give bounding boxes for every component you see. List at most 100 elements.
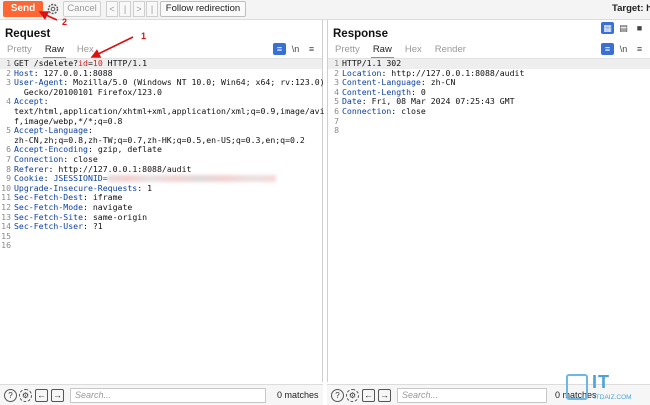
- watermark-logo-icon: [566, 374, 588, 400]
- header-value: JSESSIONID=: [48, 173, 108, 184]
- header-value: Gecko/20100101 Firefox/123.0: [14, 86, 162, 97]
- tab-render[interactable]: Render: [433, 43, 468, 57]
- response-view-icons: ≡ \n ≡: [598, 43, 646, 56]
- response-tabs: Pretty Raw Hex Render: [333, 43, 477, 59]
- request-search-bar: ? ⚙ ← → Search... 0 matches: [0, 384, 323, 405]
- header-name: Date: [342, 96, 362, 107]
- header-name: Connection: [14, 153, 64, 164]
- header-name: User-Agent: [14, 77, 64, 88]
- header-value: Fri, 08 Mar 2024 07:25:43 GMT: [366, 96, 515, 107]
- request-editor[interactable]: 1 GET /sdelete?id=10 HTTP/1.1 2 Host: 127.0…: [0, 58, 325, 251]
- arrow-left-icon[interactable]: ←: [362, 389, 375, 402]
- watermark: IT ITDAIZ.COM: [566, 372, 650, 405]
- header-value: 0: [415, 86, 426, 97]
- header-name: Sec-Fetch-User: [14, 221, 84, 232]
- toolbar: Send Cancel < | > | Follow redirection T…: [0, 0, 650, 20]
- line-number: 4: [6, 96, 11, 107]
- http-version: HTTP/1.1: [102, 58, 148, 68]
- line-number: 5: [6, 125, 11, 136]
- request-title: Request: [5, 28, 51, 40]
- single-pane-icon[interactable]: ■: [633, 22, 646, 34]
- response-pane: Response Pretty Raw Hex Render ▦ ▤ ■ ≡ \n ≡ 1 HT…: [327, 20, 650, 382]
- tab-hex[interactable]: Hex: [75, 43, 96, 57]
- send-button[interactable]: Send: [3, 1, 43, 17]
- tab-pretty[interactable]: Pretty: [333, 43, 362, 57]
- target-label[interactable]: Target: h: [612, 3, 650, 14]
- header-name: Accept-Language: [14, 125, 88, 136]
- line-number: 3: [6, 77, 11, 88]
- pretty-print-icon[interactable]: ≡: [273, 43, 286, 55]
- tab-raw[interactable]: Raw: [370, 43, 394, 59]
- header-value: Mozilla/5.0 (Windows NT 10.0; Win64; x64…: [68, 77, 325, 88]
- header-name: Accept-Encoding: [14, 144, 88, 155]
- header-colon: :: [87, 125, 93, 136]
- pretty-print-icon[interactable]: ≡: [601, 43, 614, 55]
- response-editor[interactable]: 1 HTTP/1.1 302 2 Location: http://127.0.0.1…: [328, 58, 650, 136]
- header-colon: :: [43, 96, 49, 107]
- help-icon[interactable]: ?: [331, 389, 344, 402]
- back-button[interactable]: <: [106, 1, 118, 17]
- match-count: 0 matches: [277, 390, 319, 400]
- header-name: Connection: [342, 105, 392, 116]
- header-name: Sec-Fetch-Dest: [14, 192, 84, 203]
- search-input[interactable]: Search...: [70, 388, 266, 403]
- header-value: HTTP/1.1 302: [342, 58, 402, 68]
- header-value: close: [68, 153, 98, 164]
- header-name: Content-Length: [342, 86, 412, 97]
- tab-raw[interactable]: Raw: [42, 43, 66, 59]
- menu-icon[interactable]: ≡: [305, 43, 318, 55]
- gear-icon[interactable]: ⚙: [19, 389, 32, 402]
- header-name: Sec-Fetch-Site: [14, 211, 84, 222]
- tab-pretty[interactable]: Pretty: [5, 43, 34, 57]
- line-number: 8: [334, 125, 339, 136]
- param-value: 10: [92, 58, 103, 68]
- header-value: http://127.0.0.1:8088/audit: [386, 67, 525, 78]
- code-line: 15: [0, 231, 322, 242]
- arrow-left-icon[interactable]: ←: [35, 389, 48, 402]
- header-name: Sec-Fetch-Mode: [14, 201, 84, 212]
- line-text: Sec-Fetch-User: ?1: [14, 221, 103, 232]
- line-number: 16: [1, 240, 11, 251]
- header-value: ?1: [87, 221, 103, 232]
- menu-icon[interactable]: ≡: [633, 43, 646, 55]
- header-name: Location: [342, 67, 382, 78]
- header-value: text/html,application/xhtml+xml,applicat…: [14, 105, 325, 116]
- line-text: Connection: close: [342, 105, 426, 117]
- header-value: 1: [142, 182, 153, 193]
- code-line: 8: [328, 126, 650, 136]
- history-back-button[interactable]: |: [119, 1, 131, 17]
- layout-icons: ▦ ▤ ■: [598, 22, 646, 35]
- arrow-right-icon[interactable]: →: [51, 389, 64, 402]
- annotation-label: 1: [141, 31, 147, 41]
- history-forward-button[interactable]: |: [146, 1, 158, 17]
- forward-button[interactable]: >: [133, 1, 145, 17]
- code-line: 6 Connection: close: [328, 105, 650, 117]
- request-pane: Request Pretty Raw Hex ≡ \n ≡ 1 GET /sdelete?…: [0, 20, 325, 382]
- arrow-right-icon[interactable]: →: [378, 389, 391, 402]
- cancel-button[interactable]: Cancel: [63, 1, 101, 17]
- header-value: same-origin: [87, 211, 148, 222]
- split-horizontal-icon[interactable]: ▦: [601, 22, 614, 34]
- header-value: zh-CN,zh;q=0.8,zh-TW;q=0.7,zh-HK;q=0.5,e…: [14, 134, 305, 145]
- tab-hex[interactable]: Hex: [403, 43, 424, 57]
- annotation-label: 2: [62, 17, 68, 27]
- watermark-text: IT: [592, 372, 610, 392]
- header-value: iframe: [87, 192, 123, 203]
- redacted-cookie-value: [107, 175, 276, 183]
- header-value: navigate: [87, 201, 133, 212]
- request-tabs: Pretty Raw Hex: [5, 43, 105, 59]
- split-vertical-icon[interactable]: ▤: [617, 22, 630, 34]
- header-name: Host: [14, 67, 34, 78]
- watermark-subtext: ITDAIZ.COM: [594, 394, 632, 401]
- search-input[interactable]: Search...: [397, 388, 547, 403]
- gear-icon[interactable]: ⚙: [346, 389, 359, 402]
- param-name: id: [78, 58, 88, 68]
- code-line: 7: [328, 116, 650, 127]
- gear-icon[interactable]: [46, 2, 60, 16]
- code-line: 16: [0, 241, 322, 251]
- newline-icon[interactable]: \n: [289, 43, 302, 55]
- follow-redirection-button[interactable]: Follow redirection: [160, 1, 246, 17]
- help-icon[interactable]: ?: [4, 389, 17, 402]
- request-view-icons: ≡ \n ≡: [270, 43, 318, 56]
- newline-icon[interactable]: \n: [617, 43, 630, 55]
